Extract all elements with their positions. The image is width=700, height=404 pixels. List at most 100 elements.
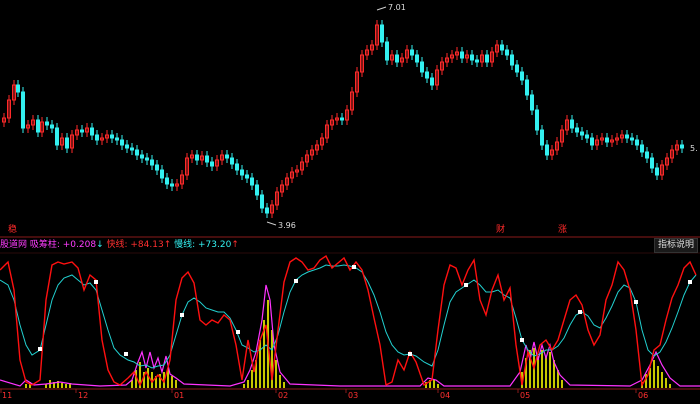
candle-body <box>505 49 509 56</box>
candle-body <box>475 59 479 63</box>
candle-body <box>540 129 544 146</box>
accumulation-bar <box>61 383 63 388</box>
candle-body <box>125 144 129 149</box>
x-axis-label: 05 <box>520 391 530 400</box>
slow-line-marker <box>352 265 356 269</box>
candle-body <box>210 161 214 167</box>
accumulation-bar <box>665 378 667 388</box>
legend-part: ↑ <box>231 240 239 250</box>
accumulation-bar <box>669 384 671 388</box>
legend-part: +0.208 <box>62 240 97 250</box>
slow-line-marker <box>634 300 638 304</box>
candle-body <box>510 54 514 66</box>
candle-body <box>205 155 209 163</box>
candle-body <box>530 94 534 111</box>
candle-body <box>570 119 574 129</box>
candle-body <box>95 134 99 141</box>
candle-body <box>525 79 529 96</box>
candle-body <box>245 174 249 179</box>
candle-body <box>265 207 269 214</box>
candle-body <box>640 144 644 153</box>
legend-part: 慢线: <box>171 240 199 250</box>
candle-body <box>535 109 539 131</box>
slow-line-marker <box>578 310 582 314</box>
candle-body <box>195 154 199 161</box>
slow-line-marker <box>464 283 468 287</box>
chart-canvas[interactable]: 7.01 3.96 5. 稳 财 涨 11 12 01 02 03 04 05 06 <box>0 0 700 400</box>
x-axis-label: 03 <box>348 391 358 400</box>
candle-body <box>585 134 589 139</box>
accumulation-bar <box>25 384 27 388</box>
accumulation-bar <box>247 380 249 388</box>
slow-line-marker <box>94 280 98 284</box>
accumulation-bar <box>283 382 285 388</box>
accumulation-bar <box>275 360 277 388</box>
slow-line-marker <box>180 313 184 317</box>
legend-part: 股道网 吸筹柱: <box>0 240 63 250</box>
candle-body <box>625 134 629 139</box>
legend-part: +84.13 <box>130 240 164 250</box>
indicator-help-button[interactable]: 指标说明 <box>653 238 698 253</box>
candle-body <box>430 77 434 86</box>
x-axis-label: 11 <box>2 391 12 400</box>
candle-body <box>55 127 59 146</box>
candle-body <box>250 177 254 186</box>
accumulation-bar <box>171 376 173 388</box>
candle-body <box>580 131 584 136</box>
high-price-label: 7.01 <box>388 3 406 12</box>
candle-body <box>240 169 244 176</box>
candle-body <box>420 61 424 73</box>
candle-body <box>575 127 579 133</box>
candle-body <box>110 134 114 139</box>
accumulation-bar <box>251 370 253 388</box>
accumulation-bar <box>537 356 539 388</box>
candle-body <box>500 44 504 51</box>
accumulation-bar <box>437 384 439 388</box>
candle-body <box>340 117 344 121</box>
event-mark-cai: 财 <box>496 223 505 235</box>
candle-body <box>470 54 474 61</box>
indicator-legend: 股道网 吸筹柱: +0.208↓ 快线: +84.13↑ 慢线: +73.20↑ <box>0 239 239 251</box>
candle-body <box>635 139 639 146</box>
candle-body <box>140 154 144 159</box>
candle-body <box>380 24 384 43</box>
candle-body <box>160 169 164 179</box>
candle-body <box>385 41 389 61</box>
candle-body <box>90 127 94 136</box>
candle-body <box>16 84 20 93</box>
candle-body <box>590 137 594 146</box>
candle-body <box>225 154 229 159</box>
slow-line-marker <box>124 352 128 356</box>
x-axis-label: 02 <box>278 391 288 400</box>
legend-part: ↓ <box>96 240 104 250</box>
candle-body <box>655 167 659 176</box>
candle-body <box>165 177 169 185</box>
slow-line-marker <box>236 330 240 334</box>
legend-part: 快线: <box>103 240 131 250</box>
x-axis-label: 01 <box>174 391 184 400</box>
candle-body <box>120 139 124 146</box>
candle-body <box>36 119 40 133</box>
candle-body <box>545 144 549 156</box>
candle-body <box>150 159 154 166</box>
stock-chart-window: 7.01 3.96 5. 稳 财 涨 11 12 01 02 03 04 05 06 股道网 吸筹柱: +… <box>0 0 700 400</box>
candle-body <box>410 49 414 56</box>
candle-body <box>65 137 69 149</box>
candle-body <box>605 137 609 143</box>
event-mark-zhang: 涨 <box>558 224 567 235</box>
high-pointer <box>376 6 387 11</box>
candle-body <box>680 144 684 149</box>
slow-line-marker <box>294 279 298 283</box>
pulse-line <box>0 284 700 387</box>
event-mark-wen: 稳 <box>8 223 17 235</box>
accumulation-bar <box>561 380 563 388</box>
x-axis-label: 04 <box>440 391 450 400</box>
accumulation-bar <box>175 380 177 388</box>
last-price-label: 5. <box>690 144 698 153</box>
slow-line-marker <box>408 352 412 356</box>
candle-body <box>135 149 139 156</box>
candle-body <box>255 184 259 196</box>
slow-line-marker <box>38 347 42 351</box>
candle-body <box>515 64 519 73</box>
accumulation-bar <box>433 380 435 388</box>
